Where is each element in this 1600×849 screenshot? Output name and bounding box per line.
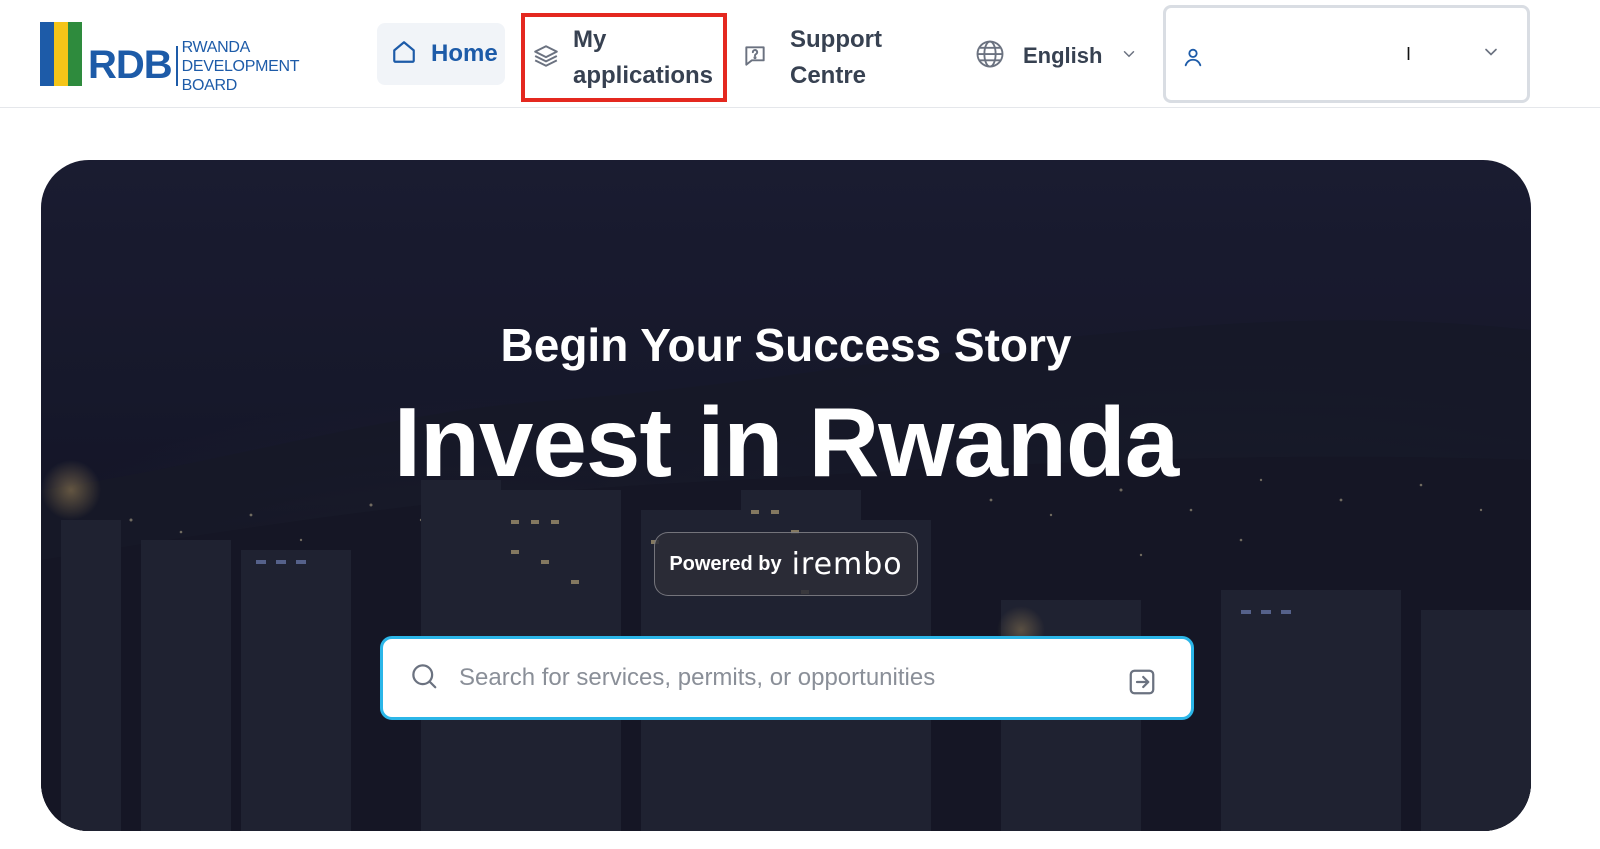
globe-icon [975, 39, 1005, 74]
nav-support-centre[interactable]: Support Centre [742, 14, 912, 102]
user-name: I [1406, 44, 1412, 64]
highlight-annotation-box [521, 13, 727, 102]
language-selector[interactable]: English [975, 36, 1138, 76]
help-chat-icon [742, 43, 768, 74]
nav-home[interactable]: Home [377, 23, 505, 85]
nav-support-line1: Support [790, 26, 882, 53]
search-bar[interactable] [380, 636, 1194, 720]
chevron-down-icon [1481, 42, 1501, 67]
rdb-logo[interactable]: RDB RWANDA DEVELOPMENT BOARD [40, 20, 350, 94]
user-icon [1182, 46, 1204, 73]
logo-abbr: RDB [88, 43, 173, 87]
search-icon [409, 661, 439, 696]
powered-by-badge: Powered by irembo [654, 532, 918, 596]
chevron-down-icon [1120, 45, 1138, 68]
powered-by-label: Powered by [669, 552, 782, 575]
arrow-right-box-icon[interactable] [1127, 667, 1157, 702]
hero-title: Invest in Rwanda [393, 387, 1180, 497]
nav-home-label: Home [431, 40, 498, 67]
hero-subtitle: Begin Your Success Story [500, 319, 1072, 371]
language-selected: English [1023, 43, 1103, 68]
logo-text: RWANDA DEVELOPMENT BOARD [182, 38, 350, 95]
search-input[interactable] [459, 664, 1099, 692]
logo-line2: DEVELOPMENT BOARD [181, 57, 300, 94]
logo-line1: RWANDA [181, 38, 251, 56]
hero-banner: Begin Your Success Story Invest in Rwand… [41, 160, 1531, 831]
logo-divider [175, 46, 178, 86]
top-header: RDB RWANDA DEVELOPMENT BOARD Home My app… [0, 0, 1600, 108]
home-icon [391, 39, 417, 70]
nav-support-centre-label: Support Centre [790, 22, 882, 94]
user-menu[interactable]: I [1163, 5, 1530, 103]
logo-color-bars [40, 22, 82, 86]
nav-support-line2: Centre [790, 62, 867, 89]
irembo-logo: irembo [791, 546, 903, 582]
